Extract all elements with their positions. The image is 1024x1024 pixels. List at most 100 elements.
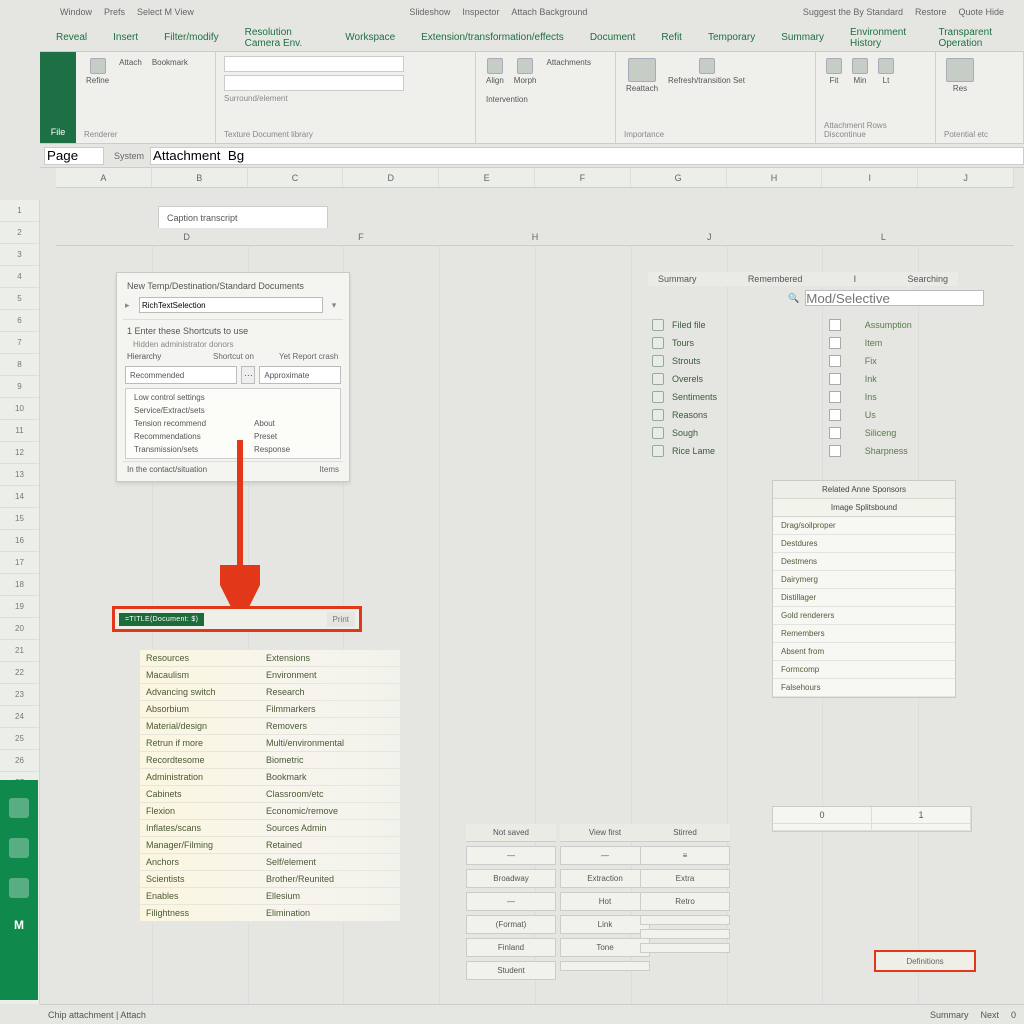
group-button[interactable]: Finland [466, 938, 556, 957]
field-item[interactable]: ToursItem [648, 334, 958, 352]
picker-icon[interactable]: ⋯ [241, 366, 255, 384]
group-button[interactable]: Extraction [560, 869, 650, 888]
row-number[interactable]: 10 [0, 398, 39, 420]
group-button[interactable] [640, 943, 730, 953]
row-number[interactable]: 14 [0, 486, 39, 508]
checkbox[interactable] [829, 391, 841, 403]
field-item[interactable]: Filed fileAssumption [648, 316, 958, 334]
tab[interactable]: Transparent Operation [932, 23, 1014, 53]
group-button[interactable]: Extra [640, 869, 730, 888]
field-item[interactable]: SoughSiliceng [648, 424, 958, 442]
ribbon-button[interactable]: Refine [84, 56, 111, 87]
row-number[interactable]: 12 [0, 442, 39, 464]
row-number[interactable]: 13 [0, 464, 39, 486]
group-button[interactable]: (Format) [466, 915, 556, 934]
row-number[interactable]: 21 [0, 640, 39, 662]
tab[interactable]: Temporary [702, 28, 761, 47]
row-number[interactable]: 26 [0, 750, 39, 772]
ribbon-textbox[interactable] [224, 56, 404, 72]
tab[interactable]: Refit [655, 28, 688, 47]
row-number[interactable]: 18 [0, 574, 39, 596]
row-number[interactable]: 9 [0, 376, 39, 398]
search-input[interactable] [805, 290, 984, 306]
tab[interactable]: Extension/transformation/effects [415, 28, 570, 47]
mapping-row[interactable]: Dairymerg [773, 571, 955, 589]
tab[interactable]: Reveal [50, 28, 93, 47]
checkbox[interactable] [829, 373, 841, 385]
checkbox[interactable] [829, 445, 841, 457]
field-item[interactable]: ReasonsUs [648, 406, 958, 424]
row-number[interactable]: 11 [0, 420, 39, 442]
field-item[interactable]: OverelsInk [648, 370, 958, 388]
group-button[interactable] [560, 961, 650, 971]
menu-item[interactable]: Prefs [104, 7, 125, 17]
col-header[interactable]: D [343, 168, 439, 187]
tab[interactable]: Document [584, 28, 642, 47]
tab[interactable]: Workspace [339, 28, 401, 47]
group-button[interactable] [640, 915, 730, 925]
mapping-row[interactable]: Remembers [773, 625, 955, 643]
ribbon-button[interactable]: Fit [824, 56, 844, 87]
app-icon[interactable] [9, 798, 29, 818]
mapping-row[interactable]: Gold renderers [773, 607, 955, 625]
checkbox[interactable] [829, 337, 841, 349]
menu-item[interactable]: Attach Background [511, 7, 587, 17]
option-item[interactable]: Service/Extract/sets [128, 404, 338, 417]
checkbox[interactable] [829, 355, 841, 367]
mapping-row[interactable]: Drag/soilproper [773, 517, 955, 535]
menu-item[interactable]: Select M View [137, 7, 194, 17]
field-item[interactable]: SentimentsIns [648, 388, 958, 406]
col-header[interactable]: G [631, 168, 727, 187]
ribbon-button[interactable]: Lt [876, 56, 896, 87]
mapping-row[interactable]: Absent from [773, 643, 955, 661]
definitions-button[interactable]: Definitions [874, 950, 976, 972]
dropdown[interactable]: Approximate [259, 366, 341, 384]
group-button[interactable]: — [466, 846, 556, 865]
row-number[interactable]: 1 [0, 200, 39, 222]
group-button[interactable]: Student [466, 961, 556, 980]
formula-input[interactable] [150, 147, 1024, 165]
mapping-row[interactable]: Destmens [773, 553, 955, 571]
row-number[interactable]: 22 [0, 662, 39, 684]
menu-item[interactable]: Inspector [462, 7, 499, 17]
group-button[interactable]: — [466, 892, 556, 911]
row-number[interactable]: 15 [0, 508, 39, 530]
col-header[interactable]: A [56, 168, 152, 187]
group-button[interactable]: Retro [640, 892, 730, 911]
ribbon-button[interactable]: Bookmark [150, 56, 190, 69]
group-button[interactable]: Hot [560, 892, 650, 911]
row-number[interactable]: 25 [0, 728, 39, 750]
col-header[interactable]: E [439, 168, 535, 187]
tab[interactable]: Insert [107, 28, 144, 47]
menu-item[interactable]: Window [60, 7, 92, 17]
group-button[interactable]: — [560, 846, 650, 865]
row-number[interactable]: 6 [0, 310, 39, 332]
ribbon-button[interactable]: Align [484, 56, 506, 87]
group-button[interactable]: Broadway [466, 869, 556, 888]
mapping-row[interactable]: Distillager [773, 589, 955, 607]
group-button[interactable]: Link [560, 915, 650, 934]
name-box[interactable] [44, 147, 104, 165]
row-number[interactable]: 3 [0, 244, 39, 266]
option-item[interactable]: Tension recommendAbout [128, 417, 338, 430]
row-number[interactable]: 7 [0, 332, 39, 354]
row-number[interactable]: 17 [0, 552, 39, 574]
row-number[interactable]: 8 [0, 354, 39, 376]
col-header[interactable]: H [727, 168, 823, 187]
checkbox[interactable] [829, 319, 841, 331]
group-button[interactable]: Tone [560, 938, 650, 957]
app-icon[interactable]: M [14, 918, 24, 932]
mapping-row[interactable]: Formcomp [773, 661, 955, 679]
ribbon-button[interactable]: Attachments [544, 56, 592, 69]
tab[interactable]: Resolution Camera Env. [239, 23, 326, 53]
ribbon-button[interactable]: Min [850, 56, 870, 87]
row-number[interactable]: 23 [0, 684, 39, 706]
ribbon-button[interactable]: Attach [117, 56, 144, 69]
row-number[interactable]: 16 [0, 530, 39, 552]
checkbox[interactable] [829, 409, 841, 421]
col-header[interactable]: B [152, 168, 248, 187]
group-button[interactable]: ≡ [640, 846, 730, 865]
ribbon-button[interactable]: Refresh/transition Set [666, 56, 747, 87]
ribbon-button[interactable]: Res [944, 56, 976, 95]
ribbon-button[interactable]: Morph [512, 56, 539, 87]
